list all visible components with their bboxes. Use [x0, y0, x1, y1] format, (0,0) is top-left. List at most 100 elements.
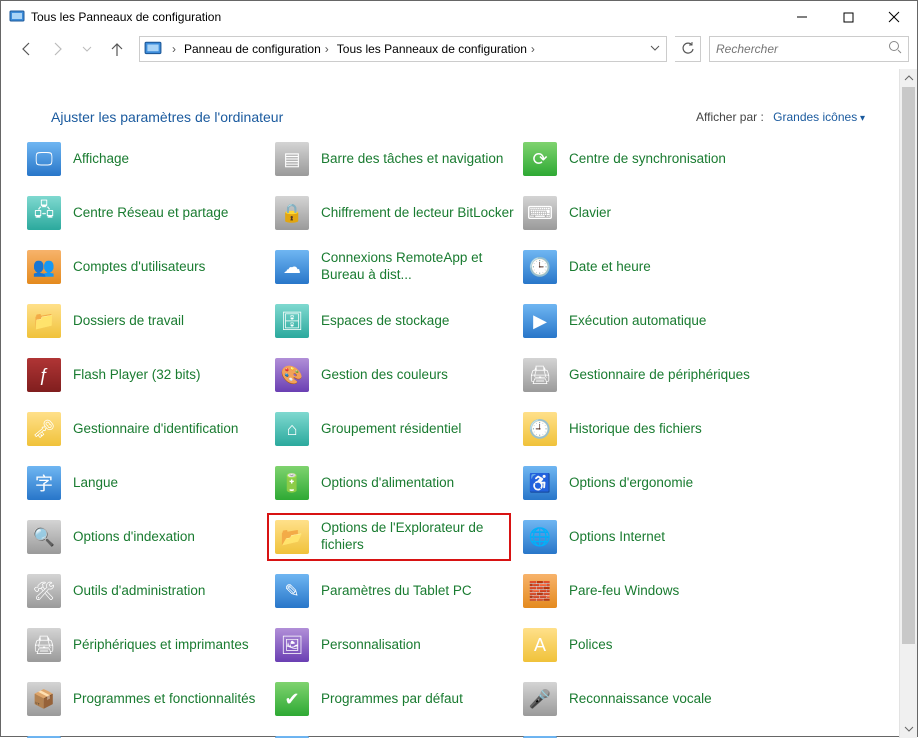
control-panel-icon	[9, 9, 25, 25]
item-explorer-options[interactable]: 📂Options de l'Explorateur de fichiers	[267, 513, 511, 561]
scroll-track[interactable]	[900, 87, 917, 720]
color-icon: 🎨	[275, 358, 309, 392]
device-manager-icon: 🖨	[523, 358, 557, 392]
fonts-icon: A	[523, 628, 557, 662]
search-icon	[888, 40, 902, 59]
item-date[interactable]: 🕒Date et heure	[519, 247, 767, 287]
speech-icon: 🎤	[523, 682, 557, 716]
sync-icon: ⟳	[523, 142, 557, 176]
window-title: Tous les Panneaux de configuration	[31, 10, 779, 24]
window-controls	[779, 1, 917, 33]
scroll-down-button[interactable]	[900, 720, 917, 738]
scroll-thumb[interactable]	[902, 87, 915, 644]
item-affichage[interactable]: 🖵Affichage	[23, 139, 271, 179]
item-fonts[interactable]: APolices	[519, 625, 767, 665]
taskbar-icon: ▤	[275, 142, 309, 176]
vertical-scrollbar[interactable]	[899, 69, 917, 738]
item-storage[interactable]: 🗄Espaces de stockage	[271, 301, 519, 341]
titlebar: Tous les Panneaux de configuration	[1, 1, 917, 33]
item-langue[interactable]: 字Langue	[23, 463, 271, 503]
item-troubleshoot[interactable]: 🔧Résolution des problèmes	[519, 733, 767, 738]
item-homegroup[interactable]: ⌂Groupement résidentiel	[271, 409, 519, 449]
item-color[interactable]: 🎨Gestion des couleurs	[271, 355, 519, 395]
item-bitlocker[interactable]: 🔒Chiffrement de lecteur BitLocker	[271, 193, 519, 233]
remoteapp-icon: ☁	[275, 250, 309, 284]
item-devices[interactable]: 🖨Gestionnaire de périphériques	[519, 355, 767, 395]
item-clavier[interactable]: ⌨Clavier	[519, 193, 767, 233]
internet-options-icon: 🌐	[523, 520, 557, 554]
item-region[interactable]: 🌍Région	[271, 733, 519, 738]
item-sync[interactable]: ⟳Centre de synchronisation	[519, 139, 767, 179]
scroll-up-button[interactable]	[900, 69, 917, 87]
users-icon: 👥	[27, 250, 61, 284]
navigation-row: › Panneau de configuration› Tous les Pan…	[1, 33, 917, 69]
item-firewall[interactable]: 🧱Pare-feu Windows	[519, 571, 767, 611]
item-personalization[interactable]: 🖼Personnalisation	[271, 625, 519, 665]
chevron-right-icon[interactable]: ›	[172, 42, 176, 56]
item-indexing[interactable]: 🔍Options d'indexation	[23, 517, 271, 557]
display-icon: 🖵	[27, 142, 61, 176]
item-programs-features[interactable]: 📦Programmes et fonctionnalités	[23, 679, 271, 719]
power-icon: 🔋	[275, 466, 309, 500]
item-barre-taches[interactable]: ▤Barre des tâches et navigation	[271, 139, 519, 179]
credentials-icon: 🗝	[27, 412, 61, 446]
item-devprint[interactable]: 🖨Périphériques et imprimantes	[23, 625, 271, 665]
item-filehistory[interactable]: 🕘Historique des fichiers	[519, 409, 767, 449]
breadcrumb-item[interactable]: Tous les Panneaux de configuration›	[335, 42, 541, 56]
chevron-right-icon[interactable]: ›	[325, 42, 329, 56]
breadcrumb-item[interactable]: Panneau de configuration›	[182, 42, 335, 56]
default-programs-icon: ✔	[275, 682, 309, 716]
bitlocker-icon: 🔒	[275, 196, 309, 230]
firewall-icon: 🧱	[523, 574, 557, 608]
items-grid: 🖵Affichage ▤Barre des tâches et navigati…	[23, 139, 895, 738]
flash-icon: ƒ	[27, 358, 61, 392]
address-dropdown[interactable]	[644, 42, 666, 56]
clock-icon: 🕒	[523, 250, 557, 284]
view-by: Afficher par : Grandes icônes	[696, 110, 865, 124]
item-speech[interactable]: 🎤Reconnaissance vocale	[519, 679, 767, 719]
tablet-icon: ✎	[275, 574, 309, 608]
item-workfolders[interactable]: 📁Dossiers de travail	[23, 301, 271, 341]
minimize-button[interactable]	[779, 1, 825, 33]
item-ease[interactable]: ♿Options d'ergonomie	[519, 463, 767, 503]
indexing-icon: 🔍	[27, 520, 61, 554]
file-history-icon: 🕘	[523, 412, 557, 446]
refresh-button[interactable]	[675, 36, 701, 62]
search-input[interactable]	[716, 42, 888, 56]
item-flash[interactable]: ƒFlash Player (32 bits)	[23, 355, 271, 395]
homegroup-icon: ⌂	[275, 412, 309, 446]
maximize-button[interactable]	[825, 1, 871, 33]
item-remoteapp[interactable]: ☁Connexions RemoteApp et Bureau à dist..…	[271, 247, 519, 287]
folder-icon: 📁	[27, 304, 61, 338]
ease-of-access-icon: ♿	[523, 466, 557, 500]
forward-button[interactable]	[43, 35, 71, 63]
item-tablet[interactable]: ✎Paramètres du Tablet PC	[271, 571, 519, 611]
language-icon: 字	[27, 466, 61, 500]
close-button[interactable]	[871, 1, 917, 33]
chevron-right-icon[interactable]: ›	[531, 42, 535, 56]
back-button[interactable]	[13, 35, 41, 63]
page-heading: Ajuster les paramètres de l'ordinateur	[51, 109, 696, 125]
item-autorun[interactable]: ▶Exécution automatique	[519, 301, 767, 341]
item-internet-options[interactable]: 🌐Options Internet	[519, 517, 767, 557]
up-button[interactable]	[103, 35, 131, 63]
control-panel-icon	[144, 40, 162, 58]
address-bar[interactable]: › Panneau de configuration› Tous les Pan…	[139, 36, 667, 62]
item-comptes[interactable]: 👥Comptes d'utilisateurs	[23, 247, 271, 287]
personalization-icon: 🖼	[275, 628, 309, 662]
autorun-icon: ▶	[523, 304, 557, 338]
recent-dropdown[interactable]	[73, 35, 101, 63]
item-admin-tools[interactable]: 🛠Outils d'administration	[23, 571, 271, 611]
programs-icon: 📦	[27, 682, 61, 716]
view-by-select[interactable]: Grandes icônes	[773, 110, 865, 124]
admin-tools-icon: 🛠	[27, 574, 61, 608]
item-reseau[interactable]: 🖧Centre Réseau et partage	[23, 193, 271, 233]
network-icon: 🖧	[27, 196, 61, 230]
search-box[interactable]	[709, 36, 909, 62]
item-credentials[interactable]: 🗝Gestionnaire d'identification	[23, 409, 271, 449]
item-default-programs[interactable]: ✔Programmes par défaut	[271, 679, 519, 719]
item-recovery[interactable]: ↺Récupération	[23, 733, 271, 738]
storage-icon: 🗄	[275, 304, 309, 338]
content-area: Ajuster les paramètres de l'ordinateur A…	[1, 69, 917, 738]
item-power[interactable]: 🔋Options d'alimentation	[271, 463, 519, 503]
